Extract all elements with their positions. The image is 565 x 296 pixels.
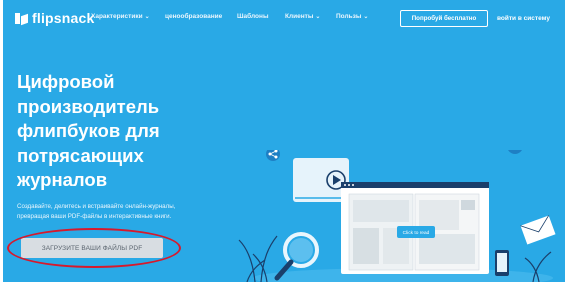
hero-title-line: журналов [17,169,108,190]
click-to-read-label: Click to read [403,230,430,236]
screenshot-frame: flipsnack Характеристики ⌄ ценообразован… [0,0,565,296]
phone-icon [495,250,509,276]
nav-item-features-label: Характеристики [91,13,143,20]
pdf-icon [508,150,522,154]
sign-in-link[interactable]: войти в систему [497,15,550,22]
hero-subtitle-line: превращая ваши PDF-файлы в интерактивные… [17,213,172,220]
nav-item-benefits[interactable]: Пользы ⌄ [336,13,368,20]
nav-item-pricing-label: ценообразование [165,13,223,20]
nav-item-features[interactable]: Характеристики ⌄ [91,13,150,20]
nav-item-customers[interactable]: Клиенты ⌄ [285,13,320,20]
hero-title-line: производитель [17,95,160,117]
try-free-button[interactable]: Попробуй бесплатно [400,10,488,27]
brand-name: flipsnack [32,10,95,26]
mail-icon [520,215,556,245]
nav-item-customers-label: Клиенты [285,13,314,20]
share-icon [266,150,280,161]
chevron-down-icon: ⌄ [363,14,369,20]
click-to-read-badge: Click to read [397,226,435,238]
hero-illustration: Click to read [238,150,556,282]
hero-title-line: Цифровой [17,71,115,92]
flipsnack-homepage: flipsnack Характеристики ⌄ ценообразован… [3,0,565,282]
brand-logo[interactable]: flipsnack [15,10,95,26]
hero-title: Цифровой производитель флипбуков для пот… [17,70,217,193]
hero-title-line: потрясающих [17,144,144,166]
hero-subtitle-line: Создавайте, делитесь и встраивайте онлай… [17,203,176,210]
video-window-icon [293,158,349,202]
flipsnack-logo-icon [15,12,28,25]
top-navigation: flipsnack Характеристики ⌄ ценообразован… [3,0,565,36]
nav-item-templates[interactable]: Шаблоны [237,13,269,20]
chevron-down-icon: ⌄ [144,14,150,20]
nav-item-templates-label: Шаблоны [237,13,269,20]
nav-item-pricing[interactable]: ценообразование [165,13,222,20]
nav-item-benefits-label: Пользы [336,13,362,20]
hero-subtitle: Создавайте, делитесь и встраивайте онлай… [17,202,257,222]
upload-pdf-button[interactable]: ЗАГРУЗИТЕ ВАШИ ФАЙЛЫ PDF [21,238,163,258]
chevron-down-icon: ⌄ [315,14,321,20]
hero-title-line: флипбуков для [17,120,160,141]
